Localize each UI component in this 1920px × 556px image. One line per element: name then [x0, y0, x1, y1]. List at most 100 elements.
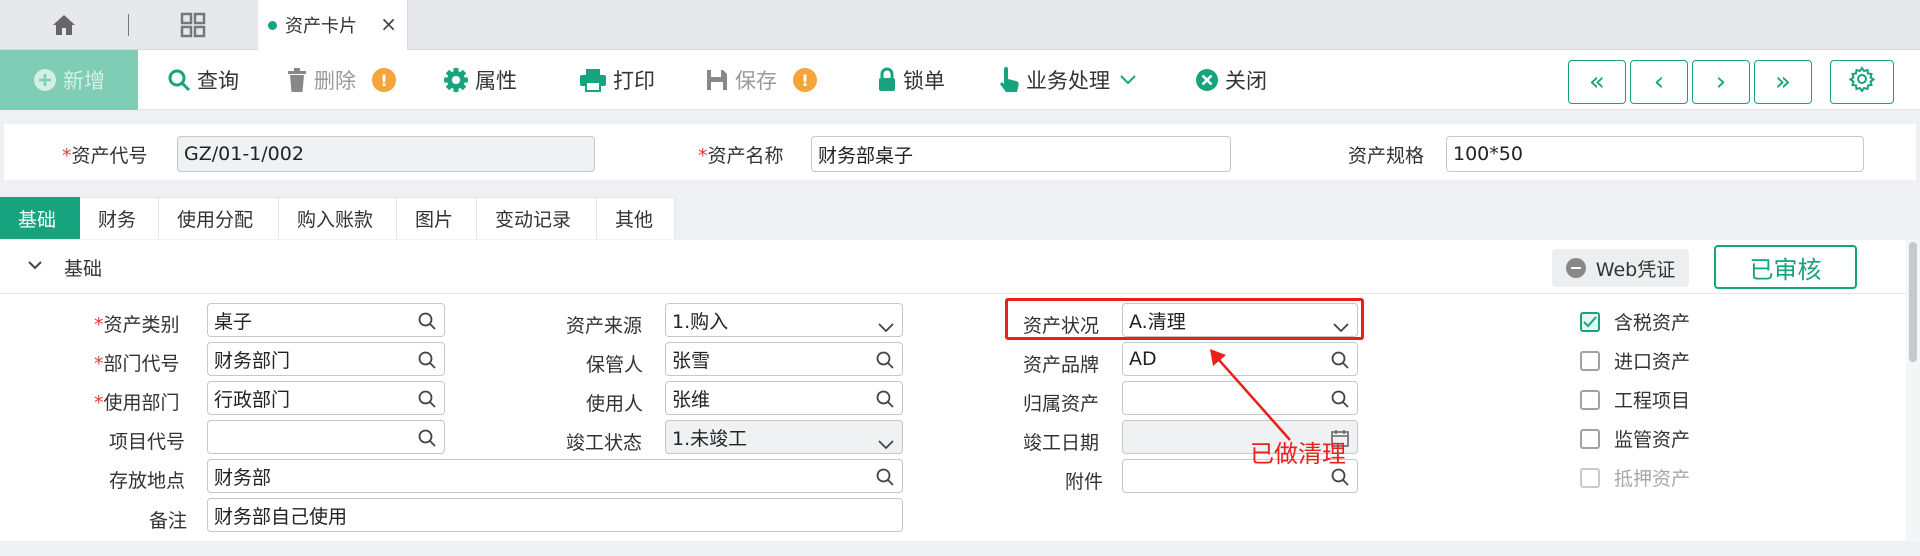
settings-button[interactable]	[1830, 60, 1894, 104]
completion-select[interactable]: 1.未竣工	[665, 420, 903, 454]
print-button[interactable]: 打印	[579, 50, 655, 110]
annotation-text: 已做清理	[1250, 440, 1346, 468]
header-fields: *资产代号 GZ/01-1/002 *资产名称 财务部桌子 资产规格 100*5…	[4, 124, 1916, 180]
checkbox-empty-icon	[1580, 428, 1600, 449]
web-voucher-button[interactable]: Web凭证	[1552, 249, 1689, 287]
checkbox-supervised[interactable]: 监管资产	[1580, 425, 1690, 452]
chevron-down-icon[interactable]	[878, 316, 894, 338]
tab-purchase-payment[interactable]: 购入账款	[279, 197, 397, 239]
asset-code-label: *资产代号	[62, 145, 148, 167]
hand-pointer-icon	[998, 67, 1020, 93]
source-select[interactable]: 1.购入	[665, 303, 903, 337]
search-icon[interactable]	[876, 468, 894, 491]
search-icon[interactable]	[418, 390, 436, 413]
toolbar: 新增 查询 删除 ! 属性 打印 保存 ! 锁单 业务处理 关闭 « ‹ › »	[0, 50, 1920, 110]
search-icon[interactable]	[418, 312, 436, 335]
asset-name-label: *资产名称	[698, 145, 784, 167]
next-record-button[interactable]: ›	[1692, 60, 1750, 104]
query-label: 查询	[197, 69, 239, 93]
search-icon[interactable]	[418, 429, 436, 452]
new-label: 新增	[63, 69, 105, 93]
attachment-label: 附件	[1065, 471, 1104, 493]
checkbox-checked-icon	[1580, 311, 1600, 332]
tab-other[interactable]: 其他	[597, 197, 675, 239]
first-record-button[interactable]: «	[1568, 60, 1626, 104]
asset-name-input[interactable]: 财务部桌子	[811, 136, 1231, 172]
home-icon[interactable]	[0, 0, 128, 50]
category-label: *资产类别	[94, 314, 180, 336]
delete-warning-icon[interactable]: !	[372, 68, 396, 92]
completion-date-label: 竣工日期	[1023, 432, 1100, 454]
tab-basic[interactable]: 基础	[0, 197, 80, 239]
last-record-button[interactable]: »	[1754, 60, 1812, 104]
gear-icon	[443, 67, 469, 93]
chevron-down-icon	[1120, 75, 1136, 85]
keeper-input[interactable]: 张雪	[665, 342, 903, 376]
search-icon[interactable]	[1331, 390, 1349, 413]
printer-icon	[579, 68, 607, 92]
search-icon[interactable]	[418, 351, 436, 374]
tab-usage-allocation[interactable]: 使用分配	[159, 197, 279, 239]
prev-record-button[interactable]: ‹	[1630, 60, 1688, 104]
dept-code-input[interactable]: 财务部门	[207, 342, 445, 376]
location-input[interactable]: 财务部	[207, 459, 903, 493]
chevron-down-icon[interactable]	[878, 433, 894, 455]
new-button[interactable]: 新增	[0, 50, 138, 110]
annotation-highlight-box	[1005, 298, 1364, 340]
tab-change-log[interactable]: 变动记录	[477, 197, 597, 239]
tab-title: 资产卡片	[285, 16, 357, 37]
checkbox-mortgaged[interactable]: 抵押资产	[1580, 464, 1690, 491]
close-button[interactable]: 关闭	[1195, 50, 1267, 110]
close-tab-icon[interactable]: ×	[380, 12, 397, 36]
basic-panel: 基础 Web凭证 已审核 *资产类别 桌子 *部门代号 财务部门 *使用部门 行…	[0, 240, 1906, 541]
user-label: 使用人	[586, 393, 644, 415]
collapse-chevron-icon[interactable]	[28, 256, 42, 275]
search-icon[interactable]	[876, 351, 894, 374]
parent-asset-input[interactable]	[1122, 381, 1358, 415]
save-label: 保存	[735, 69, 777, 93]
vertical-scrollbar[interactable]	[1906, 240, 1920, 541]
tab-asset-card[interactable]: 资产卡片 ×	[258, 0, 408, 50]
asset-code-input[interactable]: GZ/01-1/002	[177, 136, 595, 172]
completion-label: 竣工状态	[566, 432, 643, 454]
plus-circle-icon	[33, 68, 57, 92]
user-input[interactable]: 张维	[665, 381, 903, 415]
settings-gear-icon	[1848, 65, 1876, 99]
search-icon[interactable]	[1331, 468, 1349, 491]
lock-icon	[877, 67, 897, 93]
category-input[interactable]: 桌子	[207, 303, 445, 337]
checkbox-tax-included[interactable]: 含税资产	[1580, 308, 1690, 335]
checkbox-imported[interactable]: 进口资产	[1580, 347, 1690, 374]
attribute-button[interactable]: 属性	[443, 50, 517, 110]
project-code-input[interactable]	[207, 420, 445, 454]
source-label: 资产来源	[566, 315, 643, 337]
double-chevron-left-icon: «	[1589, 67, 1605, 97]
spec-input[interactable]: 100*50	[1446, 136, 1864, 172]
checkbox-empty-icon	[1580, 389, 1600, 410]
delete-button[interactable]: 删除 !	[286, 50, 396, 110]
dept-code-label: *部门代号	[94, 353, 180, 375]
floppy-icon	[705, 68, 729, 92]
lock-button[interactable]: 锁单	[877, 50, 945, 110]
business-menu-button[interactable]: 业务处理	[998, 50, 1142, 110]
save-button[interactable]: 保存 !	[705, 50, 817, 110]
scrollbar-thumb[interactable]	[1909, 242, 1917, 362]
audited-badge: 已审核	[1714, 245, 1857, 289]
checkbox-engineering-project[interactable]: 工程项目	[1580, 386, 1690, 413]
business-label: 业务处理	[1026, 69, 1110, 93]
search-icon[interactable]	[1331, 351, 1349, 374]
remark-input[interactable]: 财务部自己使用	[207, 498, 903, 532]
brand-input[interactable]: AD	[1122, 342, 1358, 376]
location-label: 存放地点	[109, 470, 186, 492]
query-button[interactable]: 查询	[167, 50, 239, 110]
apps-grid-icon[interactable]	[129, 0, 257, 50]
delete-label: 删除	[314, 69, 356, 93]
attribute-label: 属性	[475, 69, 517, 93]
checkbox-empty-icon	[1580, 467, 1600, 488]
use-dept-input[interactable]: 行政部门	[207, 381, 445, 415]
search-icon[interactable]	[876, 390, 894, 413]
tab-images[interactable]: 图片	[397, 197, 477, 239]
section-header[interactable]: 基础 Web凭证 已审核	[0, 240, 1906, 294]
save-warning-icon[interactable]: !	[793, 68, 817, 92]
tab-finance[interactable]: 财务	[80, 197, 159, 239]
